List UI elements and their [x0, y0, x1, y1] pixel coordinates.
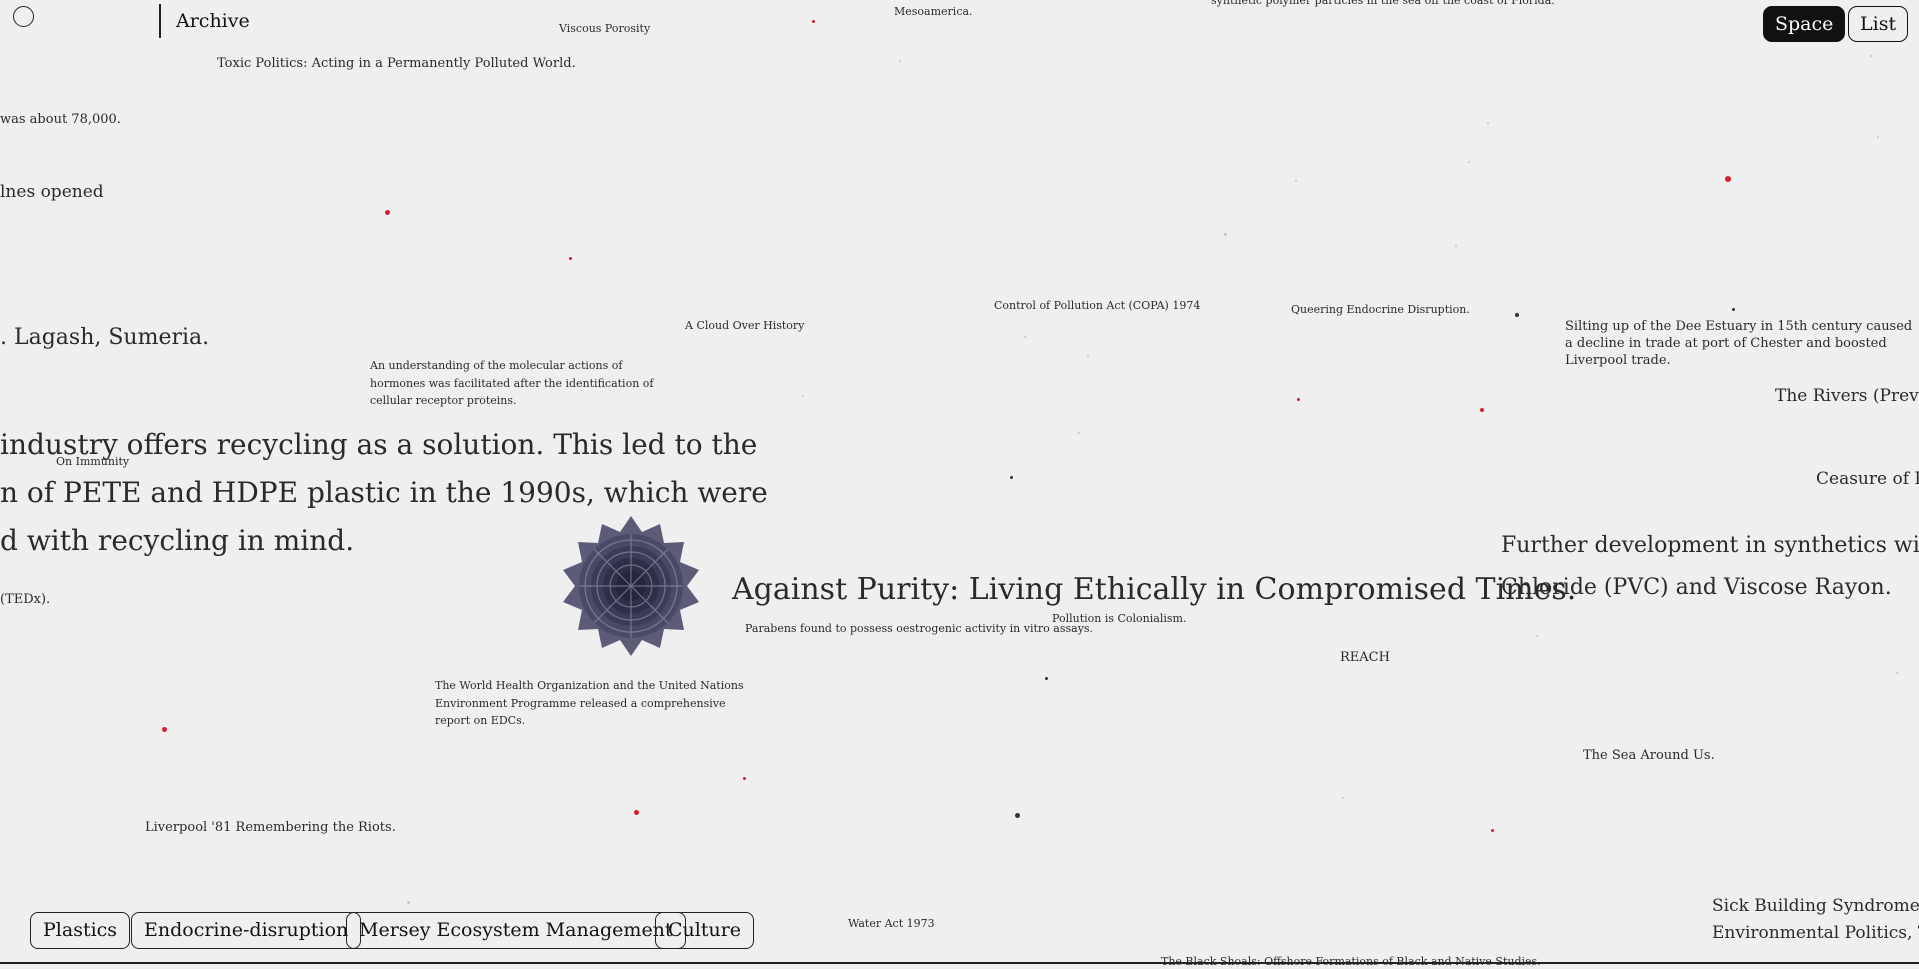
marker-dot[interactable] [1015, 813, 1020, 818]
entry-sea-around-us[interactable]: The Sea Around Us. [1583, 748, 1715, 765]
marker-dot[interactable] [162, 727, 167, 732]
marker-dot[interactable] [743, 777, 746, 780]
entry-mesoamerica[interactable]: Mesoamerica. [894, 5, 973, 19]
entry-sick-building-line-2[interactable]: Environmental Politics, Techi [1712, 922, 1919, 944]
entry-queering[interactable]: Queering Endocrine Disruption. [1291, 303, 1470, 317]
entry-was-about[interactable]: was about 78,000. [0, 112, 121, 129]
menu-circle-icon[interactable] [13, 6, 34, 27]
tag-plastics[interactable]: Plastics [30, 912, 131, 949]
entry-water-act[interactable]: Water Act 1973 [848, 917, 935, 931]
entry-against-purity[interactable]: Against Purity: Living Ethically in Comp… [732, 570, 1576, 609]
entry-dee-estuary[interactable]: Silting up of the Dee Estuary in 15th ce… [1565, 319, 1919, 370]
space-view-button[interactable]: Space [1763, 6, 1846, 42]
marker-dot[interactable] [1515, 313, 1519, 317]
marker-dot[interactable] [1342, 797, 1344, 799]
entry-parabens[interactable]: Parabens found to possess oestrogenic ac… [745, 622, 1093, 636]
entry-toxic-politics[interactable]: Toxic Politics: Acting in a Permanently … [217, 56, 576, 73]
marker-dot[interactable] [1087, 355, 1089, 357]
marker-dot[interactable] [1295, 180, 1297, 182]
marker-dot[interactable] [1024, 336, 1026, 338]
marker-dot[interactable] [1491, 829, 1494, 832]
entry-rivers[interactable]: The Rivers (Preventic [1775, 385, 1919, 407]
marker-dot[interactable] [385, 210, 390, 215]
marker-dot[interactable] [1536, 635, 1538, 637]
marker-dot[interactable] [569, 257, 572, 260]
marker-dot[interactable] [802, 395, 804, 397]
pinecone-image[interactable] [556, 512, 706, 660]
marker-dot[interactable] [1224, 233, 1227, 236]
tag-endocrine-disruption[interactable]: Endocrine-disruption [131, 912, 362, 949]
entry-cloud-over-history[interactable]: A Cloud Over History [685, 319, 804, 333]
entry-sick-building-line-1[interactable]: Sick Building Syndrome and [1712, 895, 1919, 917]
marker-dot[interactable] [1297, 398, 1300, 401]
marker-dot[interactable] [1725, 176, 1731, 182]
marker-dot[interactable] [1487, 122, 1489, 124]
marker-dot[interactable] [634, 810, 639, 815]
marker-dot[interactable] [407, 901, 410, 904]
marker-dot[interactable] [1896, 672, 1898, 674]
entry-lagash[interactable]: . Lagash, Sumeria. [0, 324, 209, 353]
entry-copa[interactable]: Control of Pollution Act (COPA) 1974 [994, 299, 1200, 313]
entry-synthetic-polymer[interactable]: synthetic polymer particles in the sea o… [1211, 0, 1555, 8]
marker-dot[interactable] [1870, 55, 1872, 57]
entry-recycling-line-2[interactable]: n of PETE and HDPE plastic in the 1990s,… [0, 469, 768, 517]
marker-dot[interactable] [812, 20, 815, 23]
marker-dot[interactable] [1455, 245, 1457, 247]
list-view-button[interactable]: List [1848, 6, 1909, 42]
archive-title[interactable]: Archive [176, 10, 250, 32]
marker-dot[interactable] [1078, 432, 1080, 434]
entry-tedx[interactable]: (TEDx). [0, 592, 50, 609]
entry-lines-opened[interactable]: lnes opened [0, 181, 104, 203]
entry-liverpool-81[interactable]: Liverpool '81 Remembering the Riots. [145, 820, 396, 837]
entry-ceasure[interactable]: Ceasure of L [1816, 468, 1919, 490]
entry-on-immunity[interactable]: On Immunity [56, 455, 129, 469]
entry-reach[interactable]: REACH [1340, 650, 1390, 667]
marker-dot[interactable] [1732, 308, 1735, 311]
entry-recycling-line-3[interactable]: d with recycling in mind. [0, 517, 354, 565]
entry-who-unep[interactable]: The World Health Organization and the Un… [435, 677, 761, 730]
entry-viscous-porosity[interactable]: Viscous Porosity [559, 22, 650, 36]
marker-dot[interactable] [899, 60, 901, 62]
entry-hormones[interactable]: An understanding of the molecular action… [370, 357, 660, 410]
marker-dot[interactable] [1480, 408, 1484, 412]
tag-culture[interactable]: Culture [655, 912, 755, 949]
marker-dot[interactable] [1468, 161, 1470, 163]
entry-pollution-colonialism[interactable]: Pollution is Colonialism. [1052, 612, 1186, 626]
marker-dot[interactable] [1877, 136, 1879, 138]
entry-synthetics-line-1[interactable]: Further development in synthetics wit [1501, 532, 1919, 561]
marker-dot[interactable] [1045, 677, 1048, 680]
tag-mersey-ecosystem-management[interactable]: Mersey Ecosystem Management [346, 912, 686, 949]
marker-dot[interactable] [1010, 476, 1013, 479]
pinecone-svg [563, 516, 699, 656]
header-divider [159, 4, 161, 38]
